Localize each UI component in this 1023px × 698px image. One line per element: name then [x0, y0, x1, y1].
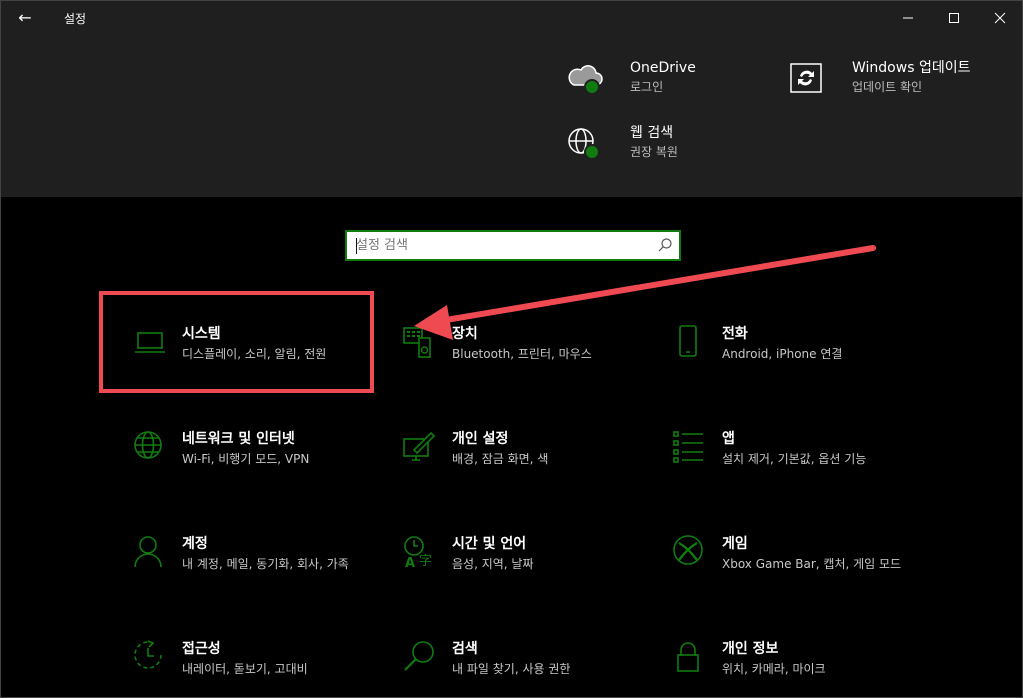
accessibility-icon: [134, 640, 162, 669]
back-button[interactable]: ←: [13, 7, 37, 29]
tile-apps-desc: 설치 제거, 기본값, 옵션 기능: [722, 452, 867, 466]
onedrive-title: OneDrive: [630, 60, 696, 76]
paint-icon: [403, 431, 436, 461]
time-language-icon: A 字: [404, 536, 432, 569]
tile-devices-desc: Bluetooth, 프린터, 마우스: [452, 347, 592, 361]
tile-privacy[interactable]: 개인 정보 위치, 카메라, 마이크: [673, 640, 923, 697]
tile-search-desc: 내 파일 찾기, 사용 권한: [452, 662, 571, 676]
search-icon[interactable]: [657, 237, 673, 253]
quick-link-windows-update[interactable]: Windows 업데이트 업데이트 확인: [788, 59, 970, 99]
quick-link-onedrive[interactable]: OneDrive 로그인: [566, 59, 696, 99]
title-bar: ← 설정: [1, 1, 1022, 35]
lock-icon: [677, 642, 699, 672]
tile-devices-name: 장치: [452, 326, 478, 342]
tile-search[interactable]: 검색 내 파일 찾기, 사용 권한: [403, 640, 653, 697]
status-dot: [584, 79, 600, 95]
svg-text:A: A: [405, 556, 415, 569]
apps-list-icon: [673, 431, 703, 463]
onedrive-subtitle: 로그인: [630, 80, 664, 94]
window-title: 설정: [64, 12, 87, 26]
tile-personalization-desc: 배경, 잠금 화면, 색: [452, 452, 549, 466]
cloud-icon: [566, 59, 606, 99]
minimize-icon: [903, 17, 913, 19]
highlight-box: [99, 291, 374, 393]
search-icon: [404, 641, 434, 671]
tile-accounts-name: 계정: [182, 536, 208, 552]
web-search-title: 웹 검색: [630, 125, 674, 141]
tile-privacy-desc: 위치, 카메라, 마이크: [722, 662, 826, 676]
tile-gaming[interactable]: 게임 Xbox Game Bar, 캡처, 게임 모드: [673, 535, 923, 605]
tile-devices[interactable]: 장치 Bluetooth, 프린터, 마우스: [403, 325, 653, 395]
back-arrow-icon: ←: [18, 8, 32, 27]
tile-personalization[interactable]: 개인 설정 배경, 잠금 화면, 색: [403, 430, 653, 500]
windows-update-subtitle: 업데이트 확인: [852, 80, 923, 94]
tile-accessibility-desc: 내레이터, 돋보기, 고대비: [182, 662, 308, 676]
tile-gaming-desc: Xbox Game Bar, 캡처, 게임 모드: [722, 557, 902, 571]
tile-phone-name: 전화: [722, 326, 748, 342]
tile-accounts-desc: 내 계정, 메일, 동기화, 회사, 가족: [182, 557, 349, 571]
quick-link-web-search[interactable]: 웹 검색 권장 복원: [566, 124, 678, 164]
tile-privacy-name: 개인 정보: [722, 641, 779, 657]
tile-accessibility[interactable]: 접근성 내레이터, 돋보기, 고대비: [133, 640, 383, 697]
phone-icon: [679, 325, 697, 357]
tile-accessibility-name: 접근성: [182, 641, 221, 657]
maximize-button[interactable]: [931, 1, 977, 35]
close-icon: [994, 12, 1006, 24]
tile-network-desc: Wi-Fi, 비행기 모드, VPN: [182, 452, 310, 466]
close-button[interactable]: [977, 1, 1022, 35]
tile-network-name: 네트워크 및 인터넷: [182, 431, 295, 447]
person-icon: [134, 536, 162, 568]
tile-accounts[interactable]: 계정 내 계정, 메일, 동기화, 회사, 가족: [133, 535, 383, 605]
tile-search-name: 검색: [452, 641, 478, 657]
text-caret: [356, 238, 357, 254]
status-dot: [584, 144, 600, 160]
tile-phone-desc: Android, iPhone 연결: [722, 347, 843, 361]
tile-apps[interactable]: 앱 설치 제거, 기본값, 옵션 기능: [673, 430, 923, 500]
web-search-subtitle: 권장 복원: [630, 145, 678, 159]
settings-search-box[interactable]: [345, 230, 681, 261]
tile-apps-name: 앱: [722, 431, 735, 447]
devices-icon: [403, 327, 431, 358]
search-input[interactable]: [347, 232, 679, 259]
tile-personalization-name: 개인 설정: [452, 431, 509, 447]
tile-gaming-name: 게임: [722, 536, 748, 552]
tile-time-language[interactable]: A 字 시간 및 언어 음성, 지역, 날짜: [403, 535, 653, 605]
xbox-icon: [673, 535, 703, 565]
tile-network[interactable]: 네트워크 및 인터넷 Wi-Fi, 비행기 모드, VPN: [133, 430, 383, 500]
maximize-icon: [949, 13, 959, 23]
svg-text:字: 字: [419, 554, 432, 569]
windows-update-title: Windows 업데이트: [852, 60, 971, 76]
globe-icon: [134, 431, 162, 459]
tile-time-language-name: 시간 및 언어: [452, 536, 527, 552]
minimize-button[interactable]: [885, 1, 931, 35]
tile-phone[interactable]: 전화 Android, iPhone 연결: [673, 325, 923, 395]
refresh-icon: [788, 59, 828, 99]
tile-time-language-desc: 음성, 지역, 날짜: [452, 557, 534, 571]
globe-icon: [566, 124, 606, 164]
